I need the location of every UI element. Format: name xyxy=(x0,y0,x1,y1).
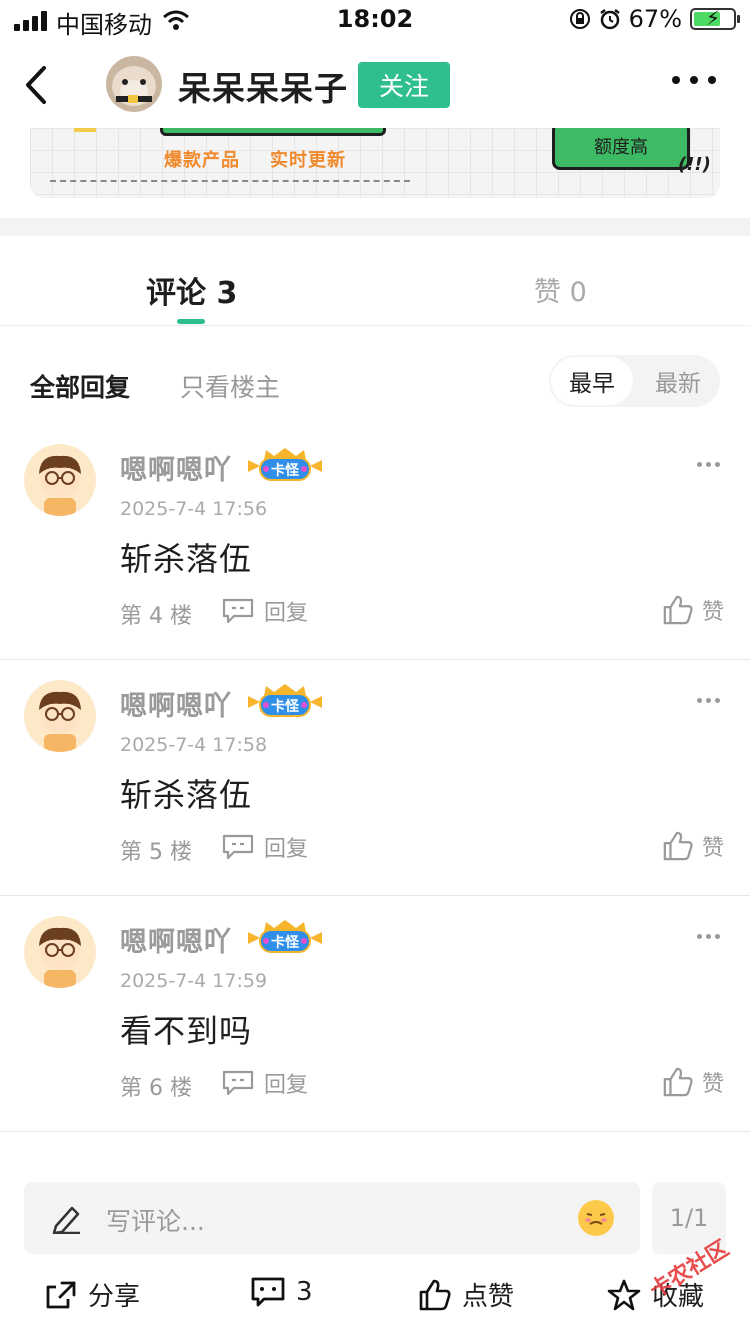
emoji-icon[interactable] xyxy=(578,1200,614,1236)
battery-icon: ⚡ xyxy=(690,6,740,30)
comment-date: 2025-7-4 17:56 xyxy=(120,498,268,520)
commenter-avatar[interactable] xyxy=(24,444,96,516)
filter-row: 全部回复 只看楼主 最早 最新 xyxy=(0,328,750,432)
reply-label: 回复 xyxy=(264,1073,309,1098)
comment-item[interactable]: 嗯啊嗯吖 卡怪 2025-7-4 17:56 斩杀落伍 第 4 楼 回复 赞 xyxy=(0,424,750,660)
floor-number: 第 6 楼 xyxy=(120,1076,192,1101)
rotation-lock-icon xyxy=(569,9,590,29)
comment-date: 2025-7-4 17:59 xyxy=(120,970,268,992)
more-options-icon[interactable] xyxy=(672,76,716,84)
status-bar: 中国移动 18:02 67% ⚡ xyxy=(0,0,750,40)
comment-placeholder: 写评论... xyxy=(106,1207,205,1236)
floor-number: 第 4 楼 xyxy=(120,604,192,629)
comment-like-button[interactable]: 赞 xyxy=(662,828,724,864)
level-badge: 卡怪 xyxy=(246,918,324,958)
sort-latest[interactable]: 最新 xyxy=(639,357,717,405)
thumbs-up-icon xyxy=(663,1067,693,1097)
reply-bubble-icon xyxy=(222,1070,254,1096)
comment-input[interactable]: 写评论... xyxy=(24,1182,640,1254)
author-avatar[interactable] xyxy=(106,56,162,112)
banner-tag-hot: 爆款产品 xyxy=(164,150,240,171)
reply-bubble-icon xyxy=(222,598,254,624)
comment-like-label: 赞 xyxy=(701,1072,724,1097)
like-button[interactable]: 点赞 xyxy=(418,1276,514,1313)
filter-all-replies[interactable]: 全部回复 xyxy=(30,368,130,404)
comment-text: 斩杀落伍 xyxy=(120,776,253,814)
comment-item[interactable]: 嗯啊嗯吖 卡怪 2025-7-4 17:59 看不到吗 第 6 楼 回复 赞 xyxy=(0,896,750,1132)
author-name[interactable]: 呆呆呆呆子 xyxy=(178,62,348,110)
back-arrow-icon[interactable] xyxy=(20,62,60,108)
commenter-name[interactable]: 嗯啊嗯吖 xyxy=(120,684,232,723)
comment-date: 2025-7-4 17:58 xyxy=(120,734,268,756)
reply-button[interactable]: 回复 xyxy=(222,594,308,628)
action-bar: 分享 3 点赞 收藏 xyxy=(0,1264,750,1334)
thumbs-up-icon xyxy=(419,1279,451,1310)
comment-more-icon[interactable] xyxy=(697,462,720,467)
reply-label: 回复 xyxy=(264,601,309,626)
commenter-avatar[interactable] xyxy=(24,680,96,752)
sort-earliest[interactable]: 最早 xyxy=(551,357,633,405)
thumbs-up-icon xyxy=(663,831,693,861)
star-icon xyxy=(607,1279,641,1310)
share-label: 分享 xyxy=(88,1282,141,1312)
comment-text: 斩杀落伍 xyxy=(120,540,253,578)
commenter-name[interactable]: 嗯啊嗯吖 xyxy=(120,920,232,959)
comment-like-label: 赞 xyxy=(701,836,724,861)
section-divider xyxy=(0,218,750,236)
banner-tag-realtime: 实时更新 xyxy=(270,150,346,171)
pencil-icon xyxy=(52,1206,80,1234)
active-tab-indicator xyxy=(177,319,205,324)
reply-label: 回复 xyxy=(264,837,309,862)
level-badge: 卡怪 xyxy=(246,446,324,486)
battery-percent: 67% xyxy=(628,5,682,33)
banner-exclaim: (!!) xyxy=(678,154,711,175)
commenter-avatar[interactable] xyxy=(24,916,96,988)
comment-more-icon[interactable] xyxy=(697,934,720,939)
tab-likes[interactable]: 赞 0 xyxy=(534,270,587,309)
comment-tabs: 评论 3 赞 0 xyxy=(0,236,750,326)
tab-comments[interactable]: 评论 3 xyxy=(146,268,237,312)
nav-bar: 呆呆呆呆子 关注 xyxy=(0,40,750,130)
reply-bubble-icon xyxy=(222,834,254,860)
comment-like-button[interactable]: 赞 xyxy=(662,592,724,628)
floor-number: 第 5 楼 xyxy=(120,840,192,865)
reply-button[interactable]: 回复 xyxy=(222,830,308,864)
level-badge: 卡怪 xyxy=(246,682,324,722)
comment-count-button[interactable]: 3 xyxy=(250,1276,313,1308)
thumbs-up-icon xyxy=(663,595,693,625)
comment-like-button[interactable]: 赞 xyxy=(662,1064,724,1100)
commenter-name[interactable]: 嗯啊嗯吖 xyxy=(120,448,232,487)
share-icon xyxy=(46,1281,76,1308)
comment-like-label: 赞 xyxy=(701,600,724,625)
comment-text: 看不到吗 xyxy=(120,1012,253,1050)
comment-bubble-icon xyxy=(251,1277,285,1307)
banner-button: 额度高 xyxy=(552,128,690,170)
badge-label: 卡怪 xyxy=(271,698,300,715)
filter-op-only[interactable]: 只看楼主 xyxy=(180,368,280,404)
alarm-icon xyxy=(599,9,620,30)
like-label: 点赞 xyxy=(462,1282,515,1312)
comment-count: 3 xyxy=(296,1277,313,1307)
badge-label: 卡怪 xyxy=(271,934,300,951)
reply-button[interactable]: 回复 xyxy=(222,1066,308,1100)
comment-more-icon[interactable] xyxy=(697,698,720,703)
comment-item[interactable]: 嗯啊嗯吖 卡怪 2025-7-4 17:58 斩杀落伍 第 5 楼 回复 赞 xyxy=(0,660,750,896)
badge-label: 卡怪 xyxy=(271,462,300,479)
promo-banner[interactable]: 爆款产品 实时更新 额度高 (!!) xyxy=(30,128,720,198)
follow-button[interactable]: 关注 xyxy=(358,62,450,108)
sort-toggle: 最早 最新 xyxy=(549,355,720,407)
share-button[interactable]: 分享 xyxy=(44,1276,140,1313)
